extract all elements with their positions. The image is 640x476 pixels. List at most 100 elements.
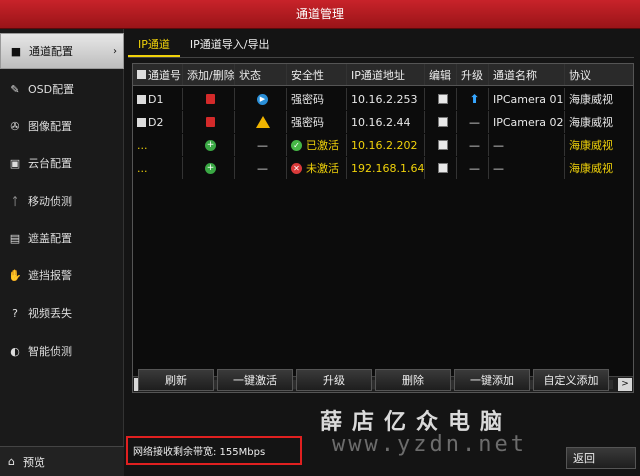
edit-icon[interactable]	[437, 140, 448, 150]
security-value: 强密码	[287, 88, 347, 110]
protocol: 海康威视	[569, 116, 613, 129]
sidebar-item-label: OSD配置	[28, 83, 75, 96]
channel-name: IPCamera 01	[489, 88, 565, 110]
window-title: 通道管理	[0, 0, 640, 29]
channel-table: 通道号 添加/删除 状态 安全性 IP通道地址 编辑 升级 通道名称 协议 D1…	[132, 63, 634, 393]
table-row[interactable]: D2 强密码 10.16.2.44 — IPCamera 02 海康威视	[133, 111, 633, 133]
tab-ip-import-export[interactable]: IP通道导入/导出	[180, 35, 280, 57]
channel-name: —	[489, 134, 565, 156]
ip-address: 192.168.1.64	[347, 157, 425, 179]
header-status: 状态	[235, 64, 287, 85]
header-channel: 通道号	[133, 64, 183, 85]
sidebar-item-label: 移动侦测	[28, 195, 72, 208]
table-row[interactable]: ... + — ✓ 已激活 10.16.2.202 — — 海康威视	[133, 134, 633, 156]
tab-bar: IP通道 IP通道导入/导出	[128, 35, 279, 57]
table-row[interactable]: D1 ▶ 强密码 10.16.2.253 ⬆ IPCamera 01 海康威视	[133, 88, 633, 110]
refresh-button[interactable]: 刷新	[138, 369, 214, 391]
sidebar-item-channel-config[interactable]: ■ 通道配置 ›	[0, 33, 124, 69]
ip-address: 10.16.2.253	[347, 88, 425, 110]
one-click-activate-button[interactable]: 一键激活	[217, 369, 293, 391]
table-row[interactable]: ... + — ✕ 未激活 192.168.1.64 — — 海康威视	[133, 157, 633, 179]
header-edit: 编辑	[425, 64, 457, 85]
upgrade-value: —	[457, 134, 489, 156]
header-upgrade: 升级	[457, 64, 489, 85]
channel-id: ...	[133, 134, 183, 156]
play-icon[interactable]: ▶	[257, 93, 268, 105]
aperture-icon: ✇	[10, 119, 20, 133]
one-click-add-button[interactable]: 一键添加	[454, 369, 530, 391]
question-box-icon: ?	[12, 306, 18, 320]
tab-ip-channel[interactable]: IP通道	[128, 35, 180, 57]
preview-button[interactable]: ⌂ 预览	[0, 446, 124, 476]
divider	[128, 57, 634, 58]
chevron-right-icon: ›	[113, 45, 117, 57]
channel-id: D1	[148, 92, 164, 106]
camera-icon: ■	[10, 44, 22, 58]
security-value: 已激活	[306, 139, 339, 152]
delete-icon[interactable]	[206, 94, 215, 104]
upgrade-arrow-icon[interactable]: ⬆	[469, 92, 479, 106]
sidebar: ■ 通道配置 › ✎ OSD配置 ✇ 图像配置 ▣ 云台配置 ᛏ 移动侦测 ▤ …	[0, 29, 124, 476]
smart-detect-icon: ◐	[10, 344, 20, 358]
sidebar-item-video-loss[interactable]: ? 视频丢失	[0, 295, 124, 331]
status-value: —	[235, 134, 287, 156]
header-add-delete: 添加/删除	[183, 64, 235, 85]
protocol: 海康威视	[569, 93, 613, 106]
sidebar-item-label: 遮挡报警	[28, 269, 72, 282]
sidebar-item-tamper-alarm[interactable]: ✋ 遮挡报警	[0, 257, 124, 293]
protocol: 海康威视	[569, 162, 613, 175]
sidebar-item-motion-detection[interactable]: ᛏ 移动侦测	[0, 183, 124, 219]
sidebar-item-label: 遮盖配置	[28, 232, 72, 245]
channel-name: IPCamera 02	[489, 111, 565, 133]
edit-icon[interactable]	[437, 117, 448, 127]
running-person-icon: ᛏ	[11, 194, 19, 208]
security-value: 强密码	[287, 111, 347, 133]
ptz-icon: ▣	[9, 156, 21, 170]
header-security: 安全性	[287, 64, 347, 85]
channel-id: D2	[148, 115, 164, 129]
header-protocol: 协议	[569, 68, 591, 82]
row-checkbox[interactable]	[137, 117, 146, 127]
edit-icon[interactable]	[437, 94, 448, 104]
scroll-right-button[interactable]: >	[618, 378, 632, 391]
pen-icon: ✎	[10, 82, 20, 96]
upgrade-value: —	[457, 111, 489, 133]
delete-icon[interactable]	[206, 117, 215, 127]
warning-icon	[255, 116, 270, 128]
hand-icon: ✋	[8, 268, 22, 282]
custom-add-button[interactable]: 自定义添加	[533, 369, 609, 391]
add-icon[interactable]: +	[205, 162, 216, 174]
watermark-url: www.yzdn.net	[332, 432, 527, 457]
bandwidth-status: 网络接收剩余带宽: 155Mbps	[126, 436, 302, 465]
protocol: 海康威视	[569, 139, 613, 152]
channel-name: —	[489, 157, 565, 179]
upgrade-value: —	[457, 157, 489, 179]
mask-icon: ▤	[9, 231, 21, 245]
header-ip-address: IP通道地址	[347, 64, 425, 85]
sidebar-item-osd-config[interactable]: ✎ OSD配置	[0, 71, 124, 107]
sidebar-item-label: 通道配置	[29, 45, 73, 58]
cross-icon: ✕	[291, 162, 302, 174]
back-button[interactable]: 返回	[566, 447, 636, 469]
sidebar-item-label: 视频丢失	[28, 307, 72, 320]
ip-address: 10.16.2.202	[347, 134, 425, 156]
preview-label: 预览	[22, 455, 45, 469]
sidebar-item-ptz-config[interactable]: ▣ 云台配置	[0, 145, 124, 181]
row-checkbox[interactable]	[137, 94, 146, 104]
edit-icon[interactable]	[437, 163, 448, 173]
select-all-checkbox[interactable]	[137, 70, 146, 79]
security-value: 未激活	[306, 162, 339, 175]
check-icon: ✓	[291, 139, 302, 151]
sidebar-item-label: 图像配置	[28, 120, 72, 133]
sidebar-item-smart-detection[interactable]: ◐ 智能侦测	[0, 333, 124, 369]
upgrade-button[interactable]: 升级	[296, 369, 372, 391]
ip-address: 10.16.2.44	[347, 111, 425, 133]
sidebar-item-image-config[interactable]: ✇ 图像配置	[0, 108, 124, 144]
delete-button[interactable]: 删除	[375, 369, 451, 391]
channel-id: ...	[133, 157, 183, 179]
add-icon[interactable]: +	[205, 139, 216, 151]
sidebar-item-privacy-mask[interactable]: ▤ 遮盖配置	[0, 220, 124, 256]
status-value: —	[235, 157, 287, 179]
header-channel-name: 通道名称	[489, 64, 565, 85]
table-header: 通道号 添加/删除 状态 安全性 IP通道地址 编辑 升级 通道名称 协议	[133, 64, 633, 86]
